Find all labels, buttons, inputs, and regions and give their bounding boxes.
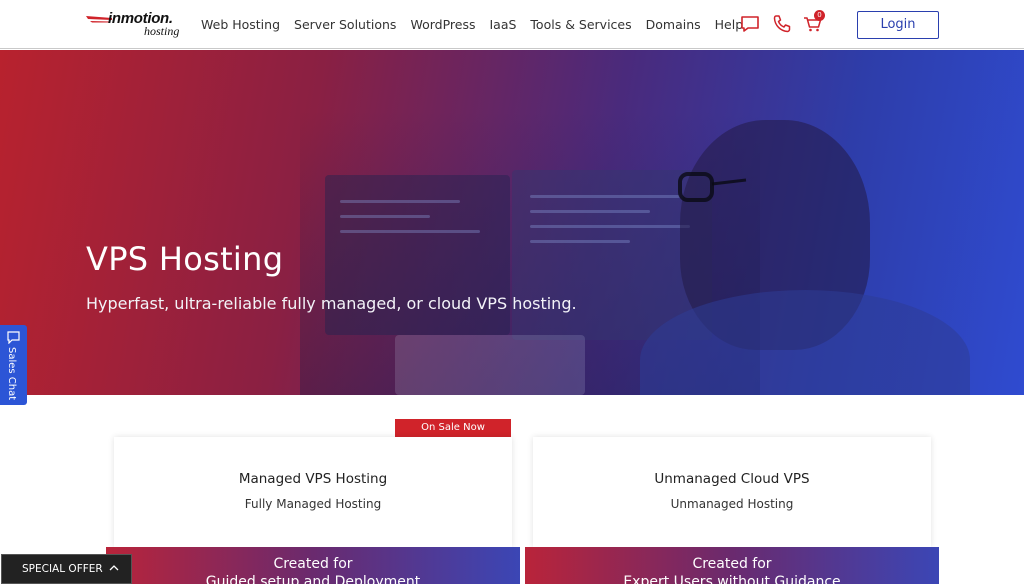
hero-glasses-icon xyxy=(678,172,747,202)
plan-title: Unmanaged Cloud VPS xyxy=(654,471,810,487)
phone-icon[interactable] xyxy=(772,14,792,34)
nav-web-hosting[interactable]: Web Hosting xyxy=(201,17,280,32)
plan-footer-managed: Created for Guided setup and Deployment xyxy=(106,547,520,584)
hero-code-line xyxy=(530,195,680,198)
hero-code-line xyxy=(340,215,430,218)
plan-footer-line1: Created for xyxy=(692,556,772,572)
nav-tools-services[interactable]: Tools & Services xyxy=(530,17,631,32)
plan-footer-line1: Created for xyxy=(273,556,353,572)
sales-chat-tab[interactable]: Sales Chat xyxy=(0,325,27,405)
plan-title: Managed VPS Hosting xyxy=(238,471,388,487)
hero-code-line xyxy=(530,225,690,228)
plan-card-managed[interactable]: Managed VPS Hosting Fully Managed Hostin… xyxy=(114,437,512,547)
nav-iaas[interactable]: IaaS xyxy=(489,17,516,32)
nav-help[interactable]: Help xyxy=(715,17,744,32)
inmotion-logo[interactable]: inmotion. hosting xyxy=(86,10,190,40)
main-nav: Web Hosting Server Solutions WordPress I… xyxy=(201,17,757,32)
hero-banner: VPS Hosting Hyperfast, ultra-reliable fu… xyxy=(0,50,1024,395)
cart-count-badge: 0 xyxy=(814,10,825,21)
nav-server-solutions[interactable]: Server Solutions xyxy=(294,17,396,32)
hero-code-line xyxy=(340,200,460,203)
on-sale-badge: On Sale Now xyxy=(395,419,511,437)
sales-chat-label: Sales Chat xyxy=(6,347,17,401)
chat-bubble-icon xyxy=(7,331,20,344)
nav-domains[interactable]: Domains xyxy=(646,17,701,32)
plan-subtitle: Fully Managed Hosting xyxy=(244,497,382,511)
logo-sub-text: hosting xyxy=(144,24,180,38)
hero-title: VPS Hosting xyxy=(86,240,284,278)
special-offer-label: SPECIAL OFFER xyxy=(22,563,103,575)
hero-subtitle: Hyperfast, ultra-reliable fully managed,… xyxy=(86,294,577,313)
plan-footer-unmanaged: Created for Expert Users without Guidanc… xyxy=(525,547,939,584)
plan-footer-line2: Expert Users without Guidance xyxy=(623,574,841,584)
nav-wordpress[interactable]: WordPress xyxy=(410,17,475,32)
site-header: inmotion. hosting Web Hosting Server Sol… xyxy=(0,0,1024,49)
hero-laptop xyxy=(395,335,585,395)
plan-footer-line2: Guided setup and Deployment xyxy=(205,574,421,584)
chat-icon[interactable] xyxy=(740,14,760,34)
login-button[interactable]: Login xyxy=(857,11,939,39)
chevron-up-icon xyxy=(109,565,119,571)
special-offer-button[interactable]: SPECIAL OFFER xyxy=(1,554,132,584)
plan-card-unmanaged[interactable]: Unmanaged Cloud VPS Unmanaged Hosting xyxy=(533,437,931,547)
hero-code-line xyxy=(530,240,630,243)
hero-code-line xyxy=(340,230,480,233)
plan-subtitle: Unmanaged Hosting xyxy=(670,497,794,511)
hero-code-line xyxy=(530,210,650,213)
